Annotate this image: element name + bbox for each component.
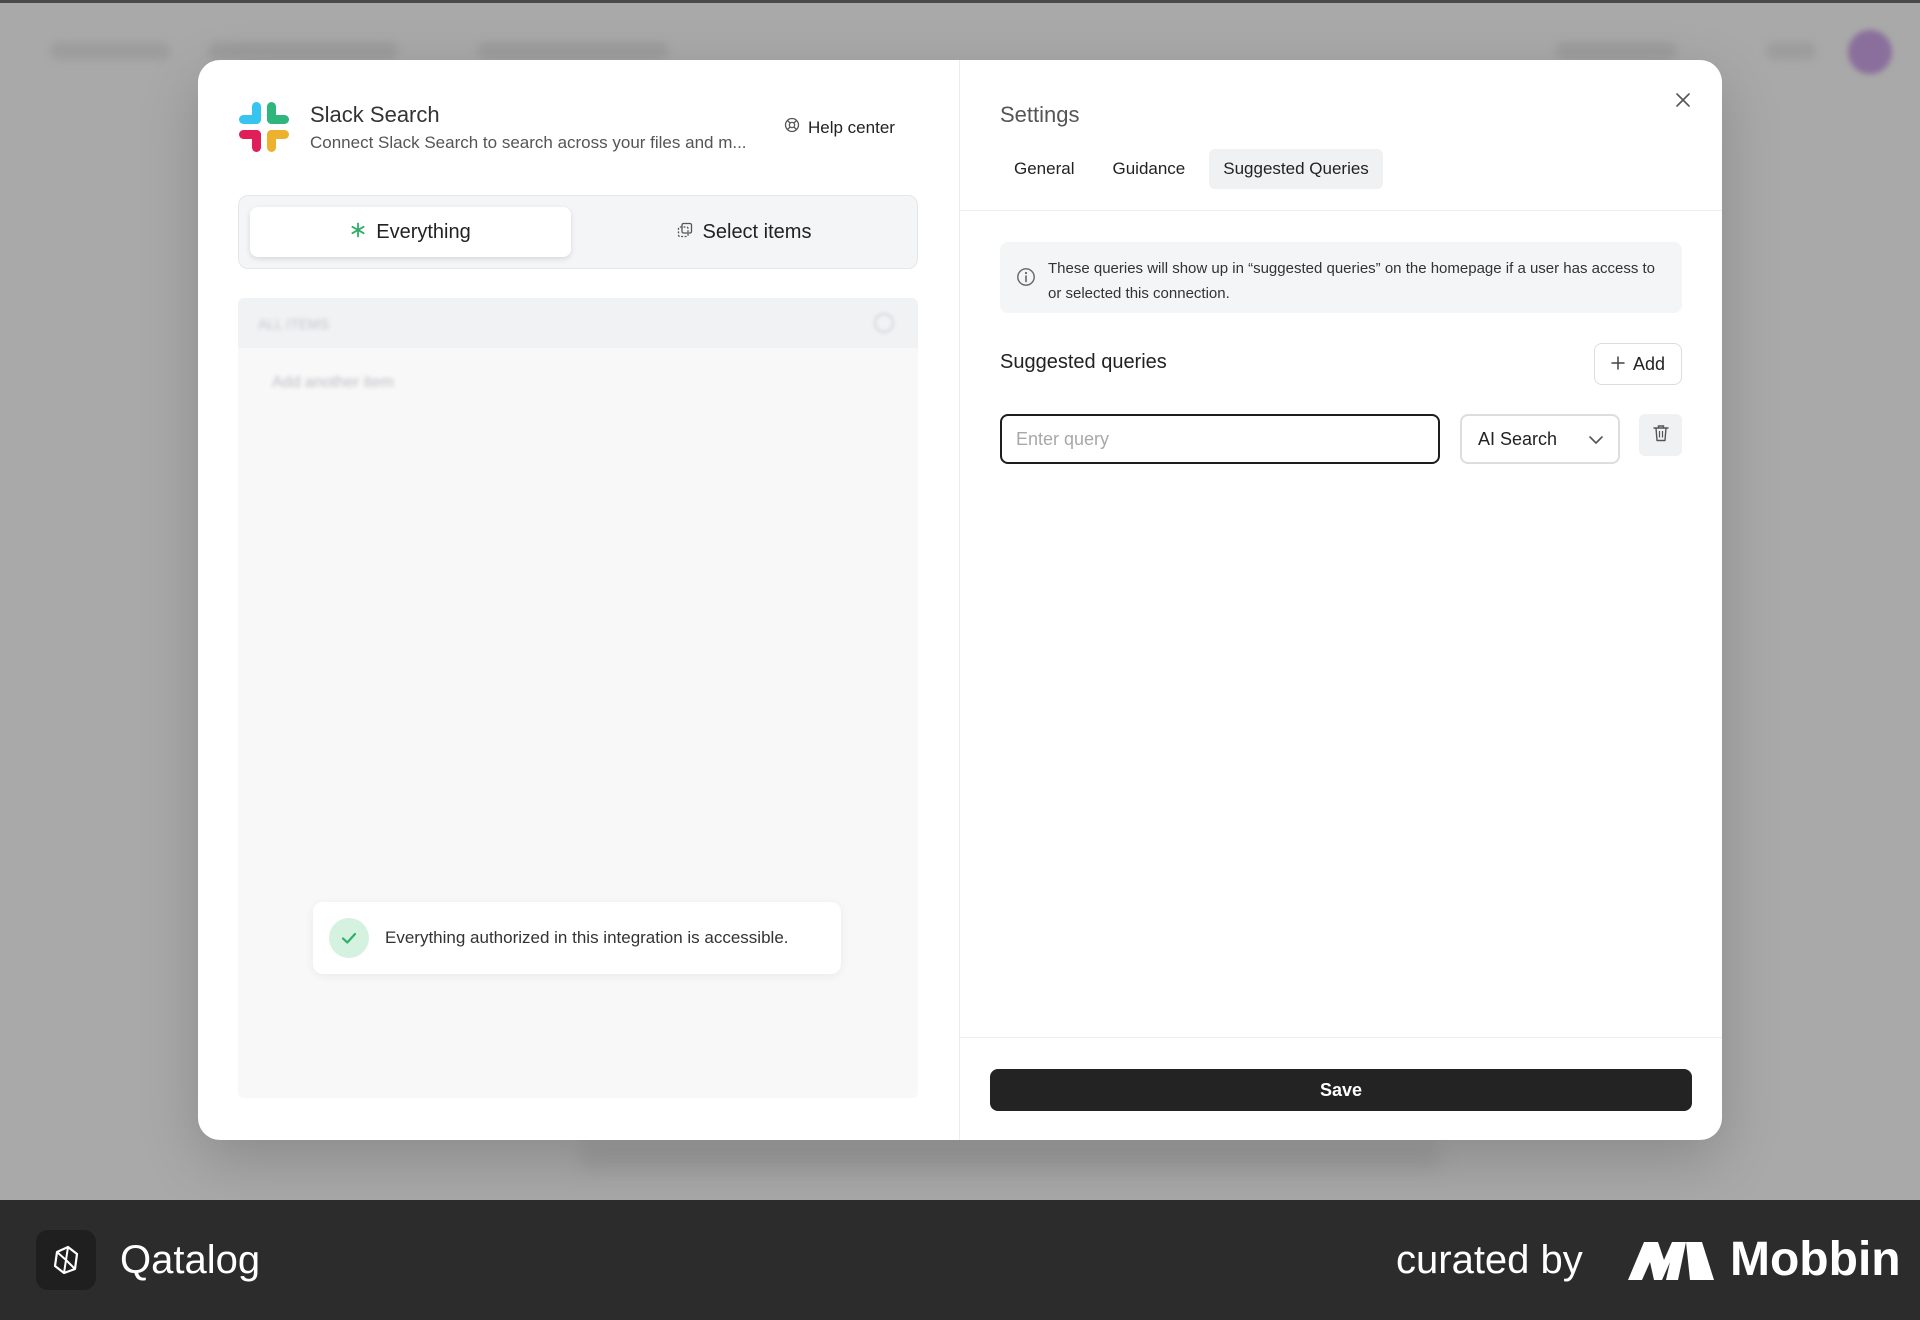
branding-bar: Qatalog curated by Mobbin bbox=[0, 1200, 1920, 1320]
tab-suggested-queries[interactable]: Suggested Queries bbox=[1209, 149, 1383, 189]
plus-icon bbox=[1611, 354, 1625, 375]
asterisk-icon bbox=[350, 221, 366, 244]
blurred-search-icon bbox=[874, 313, 894, 333]
help-circle-icon bbox=[784, 117, 800, 138]
delete-query-button[interactable] bbox=[1639, 414, 1682, 456]
add-query-label: Add bbox=[1632, 353, 1666, 374]
blurred-header-text: ALL ITEMS bbox=[258, 316, 330, 332]
integration-modal: Slack Search Connect Slack Search to sea… bbox=[198, 60, 1722, 1140]
save-button[interactable]: Save bbox=[990, 1069, 1692, 1111]
settings-title: Settings bbox=[1000, 102, 1080, 127]
close-button[interactable] bbox=[1669, 88, 1697, 116]
query-type-value: AI Search bbox=[1478, 428, 1558, 449]
suggested-queries-heading: Suggested queries bbox=[1000, 351, 1167, 373]
background-avatar bbox=[1848, 30, 1892, 74]
close-icon bbox=[1675, 92, 1691, 113]
help-center-label: Help center bbox=[808, 117, 895, 137]
info-banner: These queries will show up in “suggested… bbox=[1000, 242, 1682, 313]
curated-by-label: curated by bbox=[1396, 1238, 1583, 1282]
items-panel: ALL ITEMS Add another item Everything au… bbox=[238, 298, 918, 1098]
background-nav-item bbox=[208, 42, 398, 60]
curator-name: Mobbin bbox=[1730, 1233, 1901, 1286]
settings-tabs: General Guidance Suggested Queries bbox=[1000, 149, 1383, 189]
everything-label: Everything bbox=[376, 220, 471, 243]
info-icon bbox=[1016, 267, 1036, 287]
blurred-add-item: Add another item bbox=[272, 374, 394, 391]
query-type-select[interactable]: AI Search bbox=[1460, 414, 1620, 464]
tabs-divider bbox=[960, 210, 1722, 211]
slack-logo-icon bbox=[238, 101, 290, 153]
everything-option[interactable]: Everything bbox=[250, 207, 571, 257]
access-status-toast: Everything authorized in this integratio… bbox=[313, 902, 841, 974]
settings-pane: Settings General Guidance Suggested Quer… bbox=[960, 60, 1722, 1140]
background-nav-item bbox=[1766, 42, 1816, 60]
integration-pane: Slack Search Connect Slack Search to sea… bbox=[198, 60, 960, 1140]
trash-icon bbox=[1652, 424, 1669, 447]
qatalog-logo-icon bbox=[36, 1230, 96, 1290]
items-panel-header: ALL ITEMS bbox=[238, 298, 918, 348]
footer-divider bbox=[960, 1037, 1722, 1038]
brand-name: Qatalog bbox=[120, 1238, 261, 1282]
background-topbar bbox=[0, 0, 1920, 3]
toast-message: Everything authorized in this integratio… bbox=[385, 928, 789, 947]
background-nav-item bbox=[1556, 42, 1676, 60]
info-text: These queries will show up in “suggested… bbox=[1048, 260, 1656, 302]
mobbin-logo-icon bbox=[1626, 1238, 1716, 1282]
select-items-option[interactable]: Select items bbox=[579, 207, 909, 257]
access-mode-switch: Everything Select items bbox=[238, 195, 918, 269]
integration-description: Connect Slack Search to search across yo… bbox=[310, 133, 747, 152]
help-center-link[interactable]: Help center bbox=[784, 117, 895, 138]
tab-general[interactable]: General bbox=[1000, 149, 1088, 189]
select-items-label: Select items bbox=[702, 220, 812, 243]
background-nav-item bbox=[478, 42, 668, 60]
background-content bbox=[580, 1140, 1440, 1170]
integration-title: Slack Search bbox=[310, 102, 440, 127]
background-nav-item bbox=[50, 42, 170, 60]
check-icon bbox=[329, 918, 369, 958]
select-items-icon bbox=[677, 221, 693, 244]
query-input[interactable] bbox=[1000, 414, 1440, 464]
tab-guidance[interactable]: Guidance bbox=[1098, 149, 1199, 189]
add-query-button[interactable]: Add bbox=[1594, 343, 1682, 385]
